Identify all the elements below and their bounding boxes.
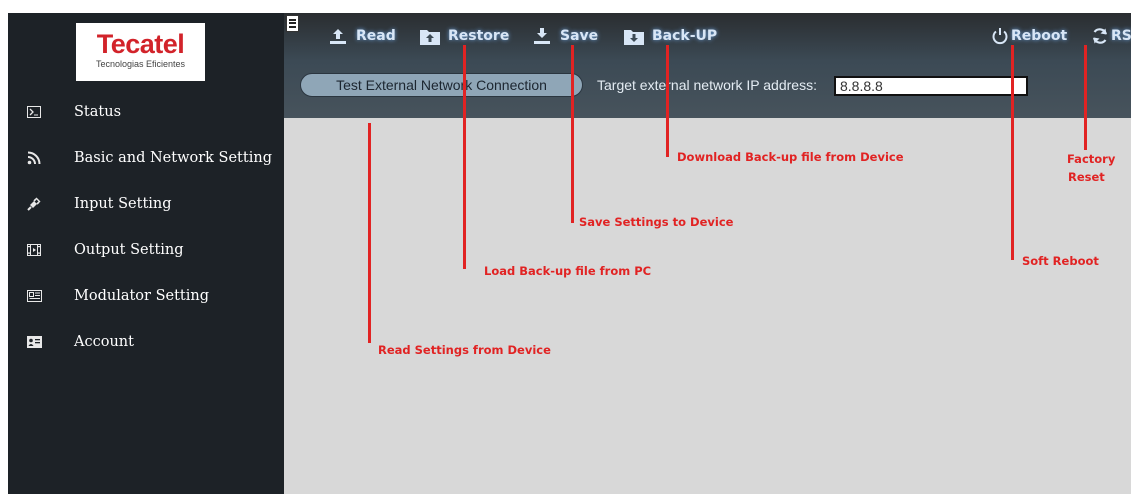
ip-address-input[interactable] [834, 76, 1028, 96]
toolbar: Read Restore Save Back-UP Reboot RS Test… [284, 13, 1131, 118]
backup-label: Back-UP [652, 28, 718, 44]
restore-label: Restore [448, 28, 510, 44]
reboot-button[interactable]: Reboot [990, 25, 1067, 47]
annotation-save: Save Settings to Device [579, 215, 734, 229]
read-label: Read [356, 28, 396, 44]
save-button[interactable]: Save [532, 25, 598, 47]
annotation-rst-line2: Reset [1068, 170, 1105, 184]
sidebar-item-account[interactable]: Account [8, 326, 284, 358]
restore-button[interactable]: Restore [420, 25, 509, 47]
test-network-button[interactable]: Test External Network Connection [300, 73, 583, 97]
annotation-line-backup [666, 45, 669, 157]
refresh-icon [1090, 27, 1110, 45]
sidebar-item-label: Output Setting [74, 242, 184, 258]
ip-address-label: Target external network IP address: [597, 77, 817, 93]
annotation-line-reboot [1011, 45, 1014, 260]
sidebar-item-output[interactable]: Output Setting [8, 234, 284, 266]
logo-tagline: Tecnologias Eficientes [95, 59, 186, 69]
newspaper-icon [26, 289, 42, 303]
upload-icon [328, 27, 348, 45]
terminal-icon [26, 105, 42, 119]
annotation-restore: Load Back-up file from PC [484, 264, 652, 278]
annotation-read: Read Settings from Device [378, 343, 551, 357]
sidebar: Tecatel Tecnologias Eficientes Status Ba… [8, 13, 284, 494]
annotation-line-read [368, 123, 371, 343]
sidebar-item-input[interactable]: Input Setting [8, 188, 284, 220]
annotation-line-rst [1084, 45, 1087, 150]
menu-toggle-button[interactable] [286, 15, 299, 32]
rst-button[interactable]: RST [1090, 25, 1131, 47]
sidebar-item-status[interactable]: Status [8, 96, 284, 128]
annotation-reboot: Soft Reboot [1022, 254, 1099, 268]
sidebar-item-label: Modulator Setting [74, 288, 210, 304]
read-button[interactable]: Read [328, 25, 396, 47]
sidebar-item-basic-network[interactable]: Basic and Network Setting [8, 142, 284, 174]
annotation-line-restore [463, 45, 466, 269]
sidebar-item-label: Status [74, 104, 122, 120]
film-icon [26, 243, 42, 257]
folder-download-icon [624, 27, 644, 45]
annotation-rst-line1: Factory [1067, 152, 1116, 166]
plug-icon [26, 197, 42, 211]
logo-brand: Tecatel [96, 29, 185, 59]
sidebar-item-label: Basic and Network Setting [74, 150, 272, 166]
sidebar-item-label: Input Setting [74, 196, 172, 212]
reboot-label: Reboot [1011, 28, 1068, 44]
rst-label: RST [1111, 28, 1131, 44]
sidebar-item-label: Account [74, 334, 134, 350]
annotation-line-save [571, 45, 574, 223]
power-icon [990, 27, 1010, 45]
download-icon [532, 27, 552, 45]
save-label: Save [560, 28, 599, 44]
logo: Tecatel Tecnologias Eficientes [76, 23, 205, 81]
content-area [284, 118, 1131, 494]
app-frame: Tecatel Tecnologias Eficientes Status Ba… [8, 13, 1131, 494]
sidebar-item-modulator[interactable]: Modulator Setting [8, 280, 284, 312]
annotation-backup: Download Back-up file from Device [677, 150, 904, 164]
rss-icon [26, 151, 42, 165]
folder-upload-icon [420, 27, 440, 45]
id-card-icon [26, 335, 42, 349]
backup-button[interactable]: Back-UP [624, 25, 717, 47]
